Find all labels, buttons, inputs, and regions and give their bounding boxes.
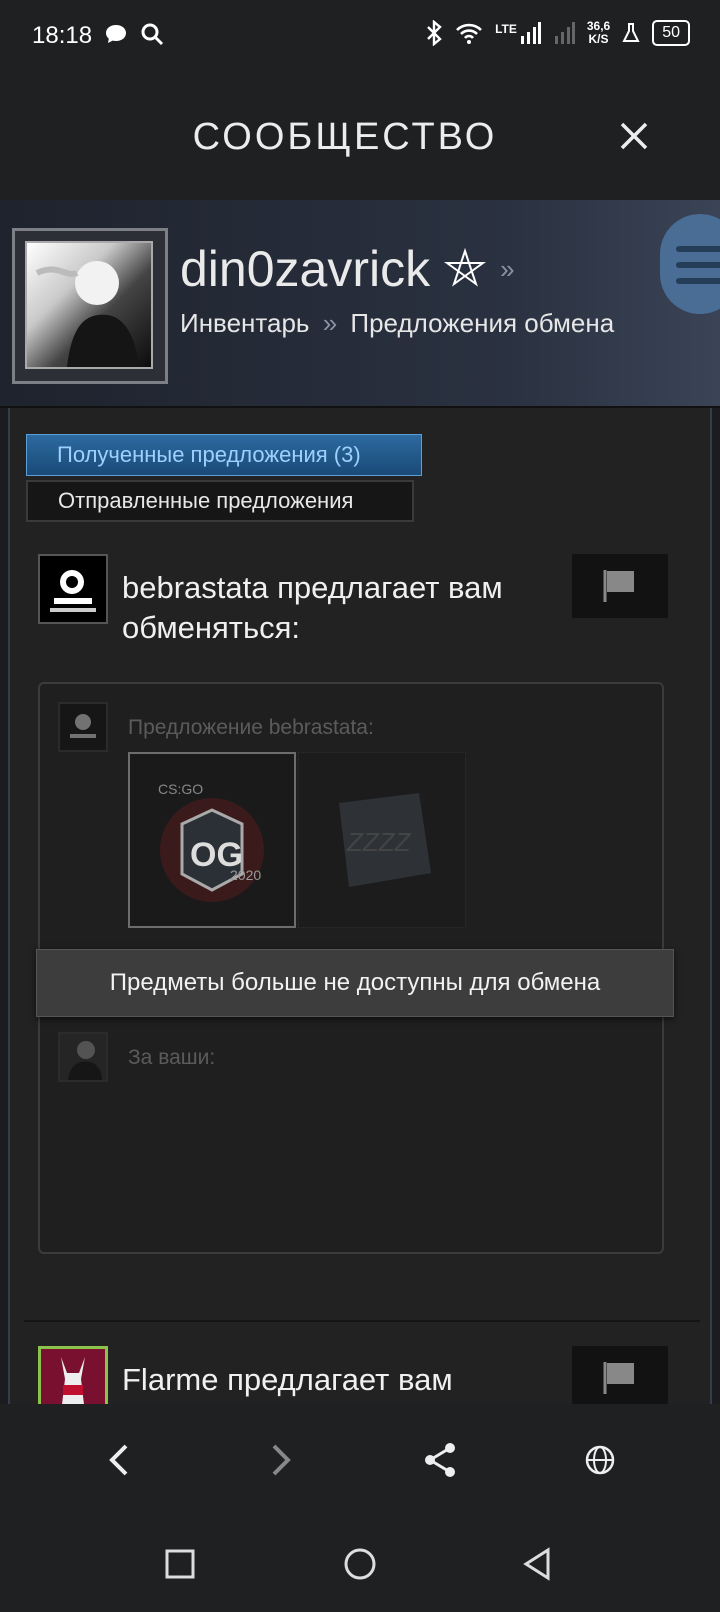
battery-indicator: 50 — [652, 20, 690, 46]
profile-username[interactable]: din0zavrick — [180, 240, 430, 298]
recents-icon[interactable] — [160, 1544, 200, 1584]
profile-avatar-frame[interactable] — [12, 228, 168, 384]
avatar — [25, 241, 153, 369]
back-nav-icon[interactable] — [518, 1544, 558, 1584]
breadcrumb: Инвентарь » Предложения обмена — [180, 308, 614, 339]
menu-icon — [676, 246, 720, 252]
graffiti-icon: ZZZZ — [339, 793, 431, 887]
status-time: 18:18 — [32, 22, 93, 49]
network-speed: 36,6 K/S — [586, 19, 611, 46]
breadcrumb-trade-offers[interactable]: Предложения обмена — [350, 308, 614, 338]
close-icon[interactable] — [614, 116, 654, 156]
their-avatar — [58, 702, 108, 752]
bluetooth-icon — [427, 20, 442, 46]
tab-received-offers[interactable]: Полученные предложения (3) — [26, 434, 422, 476]
menu-button[interactable] — [660, 214, 720, 314]
svg-text:CS:GO: CS:GO — [158, 781, 203, 797]
chat-bubble-icon — [106, 25, 126, 43]
og-sticker-icon: CS:GO OG 2020 — [158, 781, 264, 902]
back-icon[interactable] — [98, 1438, 142, 1482]
home-icon[interactable] — [340, 1544, 380, 1584]
report-button[interactable] — [572, 554, 668, 618]
offer-divider — [24, 1320, 700, 1322]
breadcrumb-separator: » — [322, 308, 338, 338]
your-items-label: За ваши: — [128, 1046, 216, 1069]
search-icon — [141, 23, 164, 46]
svg-text:ZZZZ: ZZZZ — [346, 827, 412, 857]
profile-banner: din0zavrick » Инвентарь » Предложения об… — [0, 200, 720, 408]
trade-item-graffiti[interactable]: ZZZZ — [298, 752, 466, 928]
avatar-image — [35, 261, 139, 367]
offer-sender-avatar[interactable] — [38, 554, 108, 624]
offer-title: bebrastata предлагает вам обменяться: — [122, 570, 503, 645]
flag-icon — [603, 1362, 634, 1394]
report-button[interactable] — [572, 1346, 668, 1410]
trade-offers-content: Полученные предложения (3) Отправленные … — [8, 408, 712, 1416]
trade-item-og-sticker[interactable]: CS:GO OG 2020 — [128, 752, 296, 928]
items-unavailable-message: Предметы больше не доступны для обмена — [36, 949, 674, 1017]
forward-icon[interactable] — [258, 1438, 302, 1482]
breadcrumb-inventory[interactable]: Инвентарь — [180, 308, 309, 338]
share-icon[interactable] — [418, 1438, 462, 1482]
svg-text:2020: 2020 — [230, 867, 261, 883]
signal-lte: LTE — [495, 22, 541, 44]
your-avatar — [58, 1032, 108, 1082]
avatar-image — [50, 570, 96, 612]
tab-sent-offers[interactable]: Отправленные предложения — [26, 480, 414, 522]
pentagram-icon — [444, 248, 487, 287]
browser-toolbar — [0, 1404, 720, 1514]
username-separator: » — [500, 253, 515, 284]
globe-icon[interactable] — [578, 1438, 622, 1482]
their-offer-label: Предложение bebrastata: — [128, 716, 374, 739]
system-navigation — [0, 1514, 720, 1612]
status-bar: 18:18 LTE 36,6 K/S 50 — [0, 0, 720, 72]
wifi-icon — [456, 23, 482, 44]
app-header: СООБЩЕСТВО — [0, 72, 720, 200]
flask-icon — [622, 23, 640, 42]
offer-title: Flarme предлагает вам — [122, 1362, 453, 1397]
signal-icon — [554, 22, 575, 44]
page-title: СООБЩЕСТВО — [192, 116, 498, 158]
flag-icon — [603, 570, 634, 602]
